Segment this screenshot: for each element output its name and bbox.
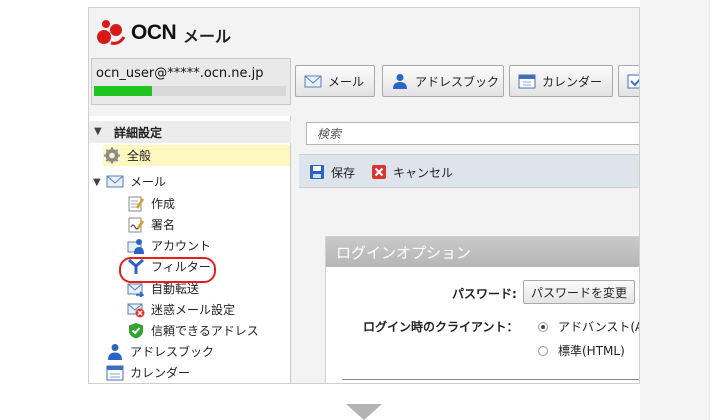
sidebar-item-compose[interactable]: 作成 (127, 193, 175, 214)
settings-sidebar: ▼ 詳細設定 全般 ▼ メール 作成 署名 アカウント フィルター 自動転送 迷… (89, 116, 291, 383)
spam-icon (127, 303, 145, 318)
gear-icon (104, 147, 120, 164)
sidebar-item-mail[interactable]: メール (106, 171, 166, 192)
sidebar-item-label: 信頼できるアドレス (151, 324, 259, 338)
radio-advanced-label: アドバンスト(A (558, 320, 640, 334)
sidebar-item-label: メール (130, 175, 167, 189)
sidebar-item-spam-settings[interactable]: 迷惑メール設定 (127, 299, 235, 320)
collapse-triangle-icon: ▼ (94, 126, 102, 137)
sidebar-item-label: 作成 (151, 197, 176, 211)
sidebar-item-signature[interactable]: 署名 (127, 214, 175, 235)
settings-toolbar: 保存 キャンセル (299, 154, 639, 188)
storage-usage-fill (94, 86, 152, 96)
divider (342, 379, 639, 380)
signature-icon (128, 217, 145, 233)
sidebar-item-trusted-addresses[interactable]: 信頼できるアドレス (127, 320, 259, 341)
nav-calendar-label: カレンダー (542, 74, 603, 89)
save-button[interactable]: 保存 (309, 163, 355, 181)
sidebar-item-general[interactable]: 全般 (103, 145, 290, 166)
calendar-icon (106, 365, 124, 381)
nav-addressbook-button[interactable]: アドレスブック (382, 65, 504, 97)
sidebar-item-label: 全般 (127, 149, 152, 163)
radio-standard-label: 標準(HTML) (558, 344, 625, 358)
change-password-button[interactable]: パスワードを変更 (523, 280, 635, 304)
task-icon (627, 74, 639, 89)
filter-highlight-circle (119, 257, 216, 283)
shield-check-icon (129, 323, 143, 339)
nav-calendar-button[interactable]: カレンダー (509, 65, 613, 97)
product-name: メール (183, 27, 232, 46)
nav-mail-label: メール (328, 74, 365, 89)
cancel-label: キャンセル (393, 165, 454, 180)
person-icon (393, 74, 407, 89)
nav-addressbook-label: アドレスブック (415, 74, 500, 89)
app-window: OCN メール ocn_user@*****.ocn.ne.jp メール アドレ… (88, 7, 640, 384)
radio-standard-html[interactable]: 標準(HTML) (538, 342, 625, 359)
header: OCN メール (89, 8, 639, 58)
radio-dot (538, 345, 548, 356)
login-client-label: ログイン時のクライアント： (363, 320, 519, 334)
settings-content: ログインオプション パスワード: パスワードを変更 ログイン時のクライアント： … (299, 188, 640, 383)
storage-usage-bar (94, 86, 286, 96)
compose-icon (128, 196, 145, 212)
envelope-icon (304, 75, 322, 88)
radio-advanced[interactable]: アドバンスト(A (538, 318, 640, 335)
sidebar-item-account[interactable]: アカウント (127, 235, 211, 256)
nav-more-button[interactable] (618, 65, 639, 97)
calendar-icon (518, 74, 536, 89)
sidebar-item-label: 迷惑メール設定 (151, 303, 236, 317)
sidebar-item-label: 署名 (151, 218, 176, 232)
user-email: ocn_user@*****.ocn.ne.jp (96, 66, 264, 81)
right-background (640, 0, 710, 420)
sidebar-item-label: カレンダー (130, 366, 191, 380)
save-icon (310, 165, 324, 179)
panel-header: ログインオプション (326, 237, 639, 267)
close-icon (372, 165, 386, 179)
radio-dot-selected (538, 321, 548, 332)
sidebar-title: 詳細設定 (114, 126, 163, 140)
envelope-icon (106, 175, 124, 188)
sidebar-header[interactable]: ▼ 詳細設定 (89, 121, 291, 143)
save-label: 保存 (331, 165, 356, 180)
sidebar-item-addressbook[interactable]: アドレスブック (106, 341, 214, 362)
sidebar-item-label: アドレスブック (130, 345, 215, 359)
panel-title: ログインオプション (336, 244, 472, 262)
ocn-logo-icon (97, 20, 126, 45)
sidebar-item-label: アカウント (151, 239, 212, 253)
account-icon (127, 239, 144, 254)
person-icon (108, 344, 122, 360)
expand-triangle-icon: ▼ (93, 177, 101, 188)
sidebar-item-calendar[interactable]: カレンダー (106, 362, 190, 383)
down-arrow-icon (346, 404, 382, 420)
brand-name: OCN (131, 21, 177, 44)
account-box: ocn_user@*****.ocn.ne.jp (91, 58, 291, 105)
sidebar-item-partial (106, 382, 130, 383)
nav-mail-button[interactable]: メール (295, 65, 375, 97)
password-label: パスワード: (452, 287, 517, 301)
login-options-panel: ログインオプション パスワード: パスワードを変更 ログイン時のクライアント： … (325, 236, 640, 383)
cancel-button[interactable]: キャンセル (371, 163, 453, 181)
search-input[interactable] (306, 122, 639, 145)
